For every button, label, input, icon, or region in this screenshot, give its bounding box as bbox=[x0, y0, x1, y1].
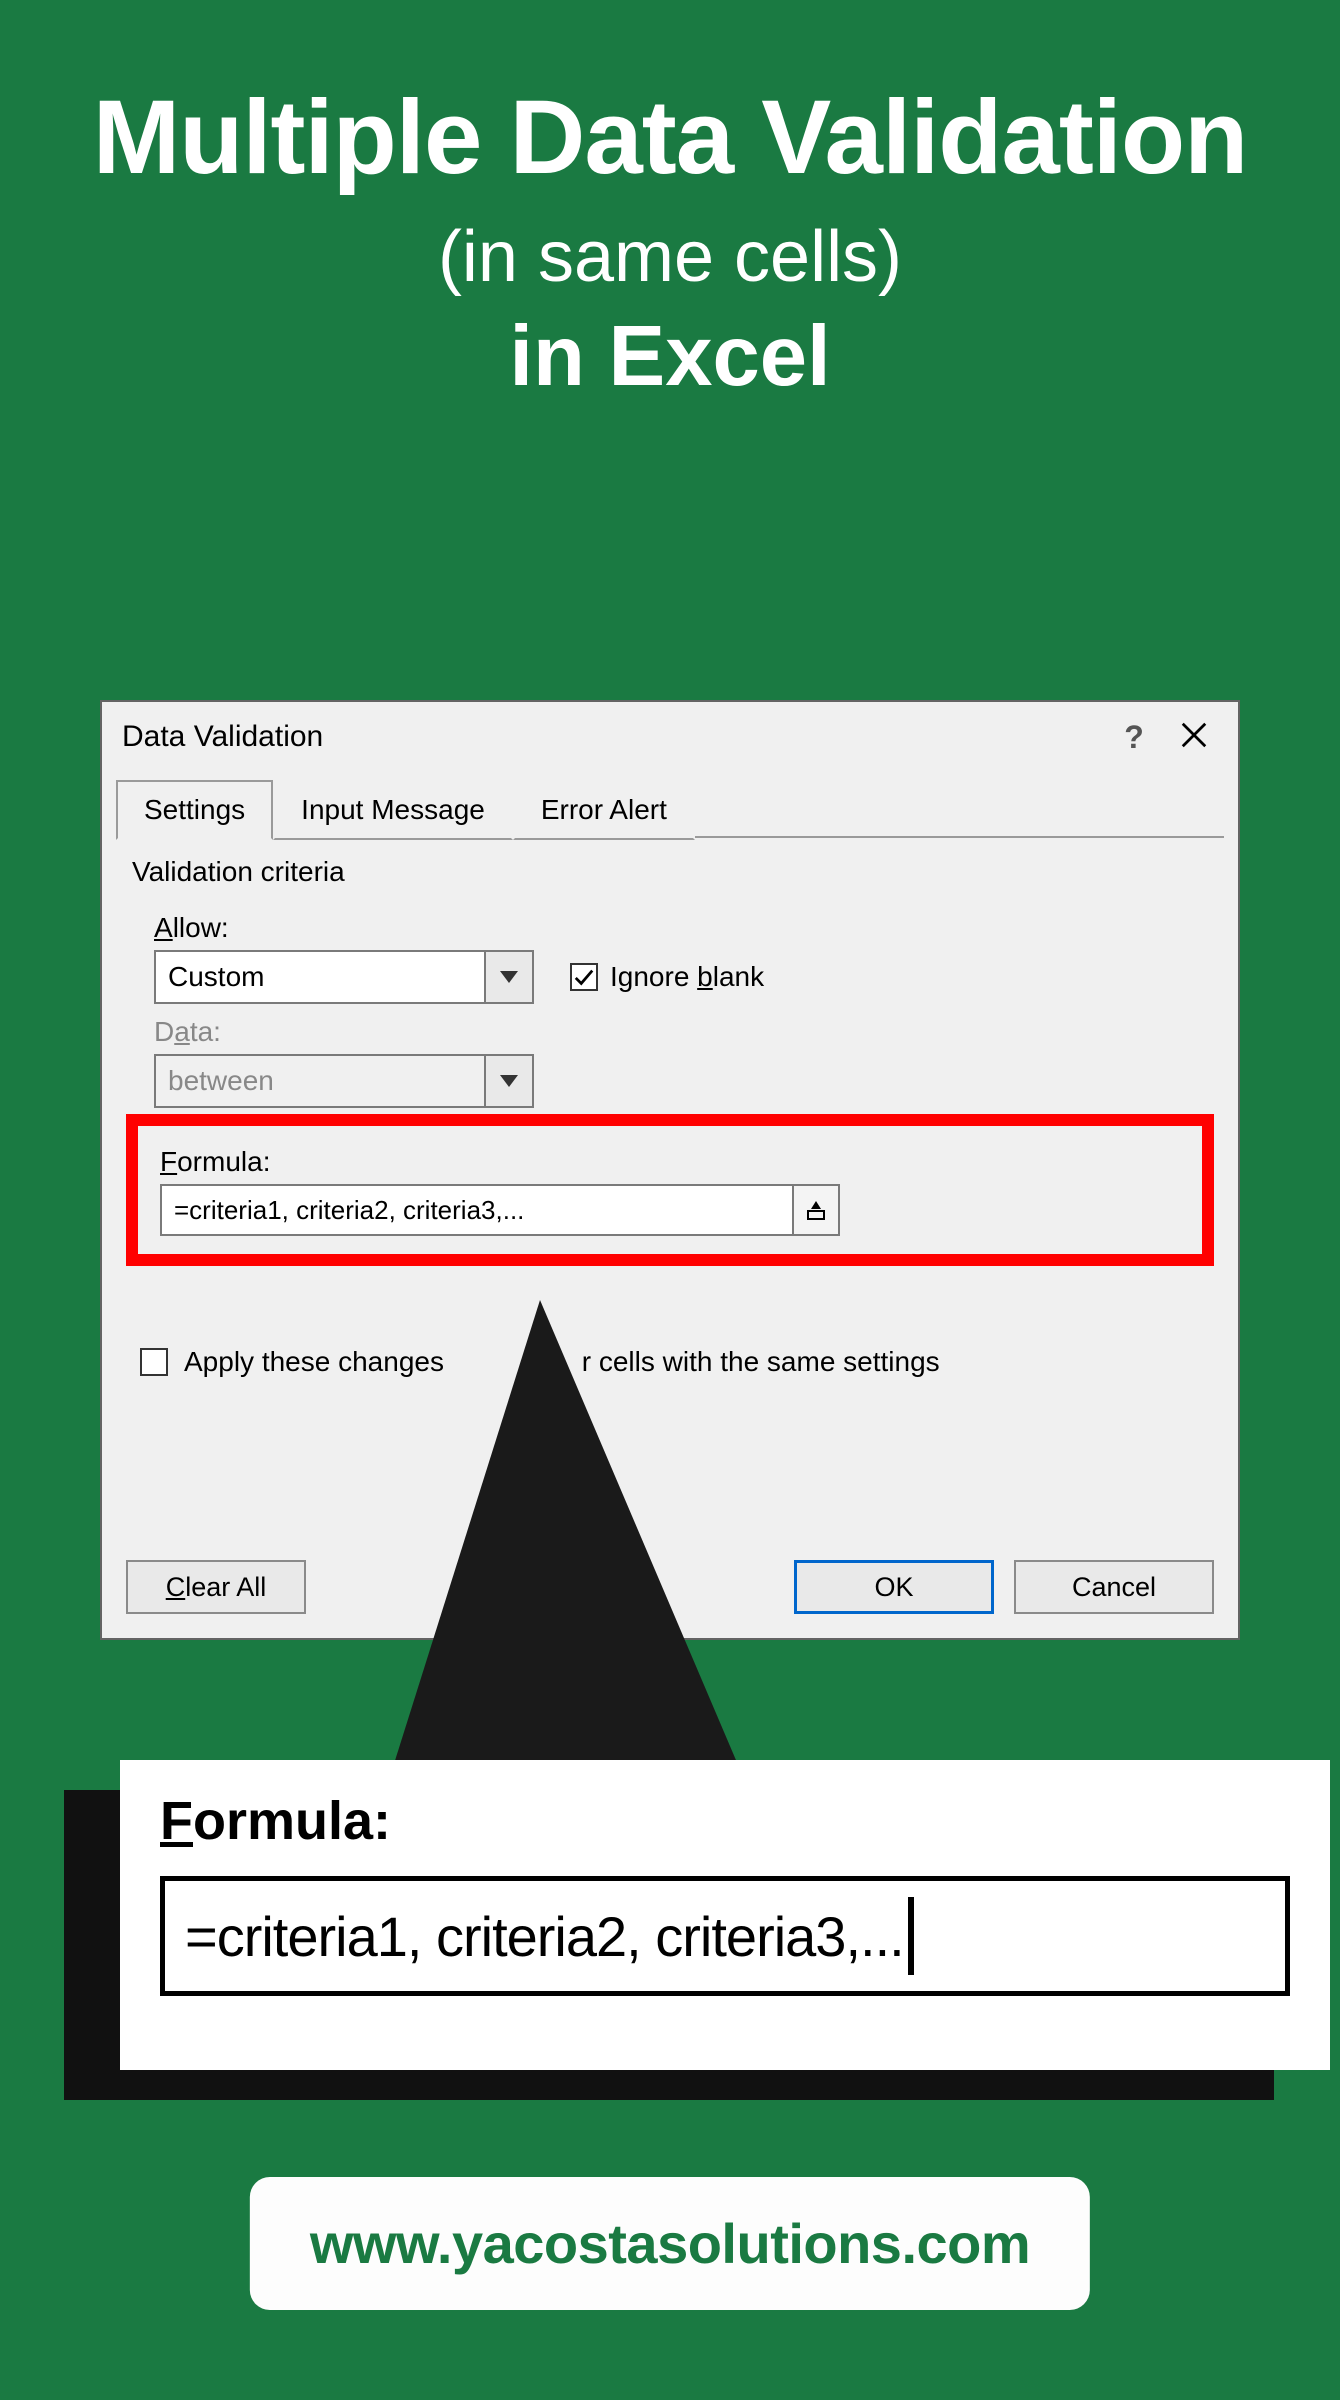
callout-box: Formula: =criteria1, criteria2, criteria… bbox=[120, 1760, 1330, 2070]
text-cursor bbox=[908, 1897, 914, 1975]
heading-line-1: Multiple Data Validation bbox=[0, 80, 1340, 196]
clear-all-button[interactable]: Clear All bbox=[126, 1560, 306, 1614]
range-picker-icon bbox=[805, 1199, 827, 1221]
dialog-title: Data Validation bbox=[122, 720, 1104, 754]
chevron-down-icon bbox=[500, 1075, 518, 1087]
help-button[interactable]: ? bbox=[1104, 719, 1164, 756]
formula-value: =criteria1, criteria2, criteria3,... bbox=[162, 1186, 792, 1234]
range-picker-button[interactable] bbox=[792, 1186, 838, 1234]
heading-line-3: in Excel bbox=[0, 308, 1340, 406]
dialog-body: Validation criteria Allow: Custom Ignore… bbox=[102, 838, 1238, 1378]
chevron-down-icon bbox=[500, 971, 518, 983]
tab-settings[interactable]: Settings bbox=[116, 780, 273, 840]
ignore-blank-checkbox[interactable] bbox=[570, 963, 598, 991]
allow-dropdown-arrow[interactable] bbox=[484, 952, 532, 1002]
formula-input[interactable]: =criteria1, criteria2, criteria3,... bbox=[160, 1184, 840, 1236]
callout-arrow bbox=[370, 1300, 770, 1840]
data-value: between bbox=[156, 1065, 484, 1097]
data-label: Data: bbox=[154, 1016, 1208, 1048]
apply-changes-checkbox[interactable] bbox=[140, 1348, 168, 1376]
data-dropdown-arrow bbox=[484, 1056, 532, 1106]
ok-button[interactable]: OK bbox=[794, 1560, 994, 1614]
footer-url: www.yacostasolutions.com bbox=[250, 2177, 1090, 2310]
ignore-blank-wrap: Ignore blank bbox=[570, 961, 764, 993]
callout-formula-label: Formula: bbox=[160, 1790, 1290, 1852]
heading-line-2: (in same cells) bbox=[0, 216, 1340, 298]
validation-criteria-label: Validation criteria bbox=[132, 856, 1208, 888]
allow-row: Allow: Custom Ignore blank bbox=[132, 902, 1208, 1004]
callout-formula-value: =criteria1, criteria2, criteria3,... bbox=[185, 1904, 904, 1969]
allow-value: Custom bbox=[156, 961, 484, 993]
callout-formula-input[interactable]: =criteria1, criteria2, criteria3,... bbox=[160, 1876, 1290, 1996]
close-icon bbox=[1179, 720, 1209, 750]
page-heading: Multiple Data Validation (in same cells)… bbox=[0, 0, 1340, 406]
dialog-titlebar: Data Validation ? bbox=[102, 702, 1238, 772]
allow-label: Allow: bbox=[154, 912, 229, 944]
data-dropdown: between bbox=[154, 1054, 534, 1108]
dialog-tabs: Settings Input Message Error Alert bbox=[102, 772, 1238, 838]
tab-error-alert[interactable]: Error Alert bbox=[513, 780, 695, 840]
formula-label: Formula: bbox=[160, 1146, 1186, 1178]
cancel-button[interactable]: Cancel bbox=[1014, 1560, 1214, 1614]
ignore-blank-label: Ignore blank bbox=[610, 961, 764, 993]
formula-highlight-box: Formula: =criteria1, criteria2, criteria… bbox=[126, 1114, 1214, 1266]
allow-dropdown[interactable]: Custom bbox=[154, 950, 534, 1004]
close-button[interactable] bbox=[1164, 720, 1224, 755]
check-icon bbox=[573, 966, 595, 988]
tab-input-message[interactable]: Input Message bbox=[273, 780, 513, 840]
